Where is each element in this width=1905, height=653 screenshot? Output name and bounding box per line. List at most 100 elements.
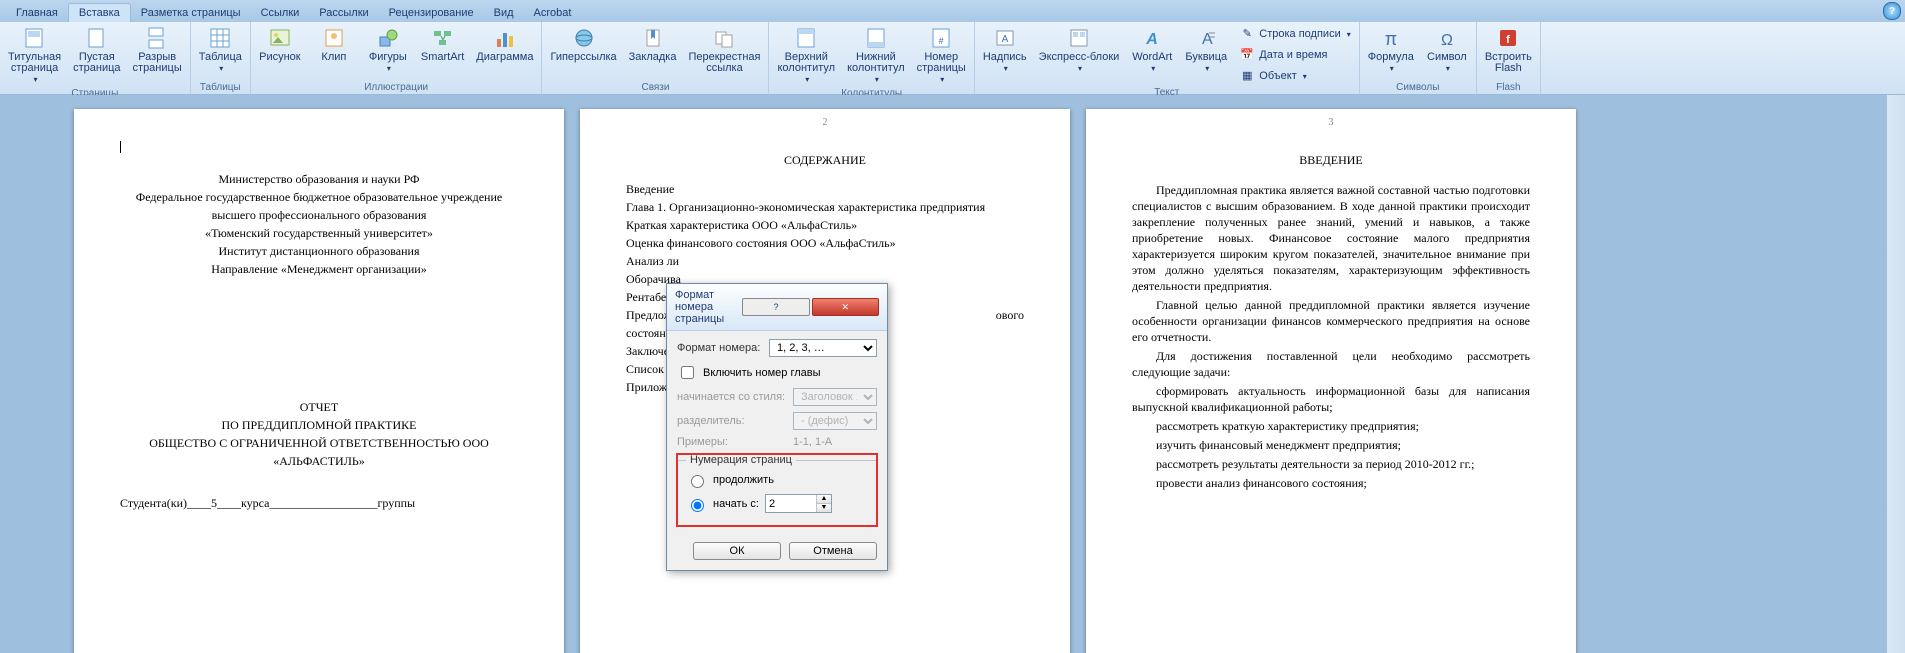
group-tables-label: Таблицы	[195, 81, 246, 93]
cover-page-button[interactable]: Титульная страница▾	[4, 24, 65, 87]
svg-text:A: A	[1202, 31, 1213, 48]
p1-line5: Институт дистанционного образования	[120, 244, 518, 259]
continue-radio[interactable]	[691, 475, 704, 488]
dialog-title: Формат номера страницы	[675, 289, 740, 325]
number-format-select[interactable]: 1, 2, 3, …	[769, 339, 877, 357]
start-at-radio[interactable]	[691, 499, 704, 512]
dropcap-icon: A	[1194, 26, 1218, 50]
symbol-button[interactable]: ΩСимвол▾	[1422, 24, 1472, 76]
object-icon: ▦	[1239, 68, 1255, 84]
group-symbols-label: Символы	[1364, 81, 1472, 93]
group-headerfooter: Верхний колонтитул▾ Нижний колонтитул▾ #…	[769, 22, 974, 94]
p1-line3: высшего профессионального образования	[120, 208, 518, 223]
dialog-titlebar[interactable]: Формат номера страницы ? ✕	[667, 284, 887, 331]
clip-button[interactable]: Клип	[309, 24, 359, 65]
footer-button[interactable]: Нижний колонтитул▾	[843, 24, 909, 87]
signature-button[interactable]: ✎Строка подписи▾	[1235, 24, 1354, 44]
page-2-number: 2	[580, 117, 1070, 128]
shapes-button[interactable]: Фигуры▾	[363, 24, 413, 76]
wordart-icon: A	[1140, 26, 1164, 50]
svg-text:A: A	[1001, 34, 1008, 45]
page-break-button[interactable]: Разрыв страницы	[129, 24, 186, 76]
ok-button[interactable]: ОК	[693, 542, 781, 560]
p3-b5: провести анализ финансового состояния;	[1132, 475, 1530, 491]
tab-references[interactable]: Ссылки	[251, 4, 310, 22]
symbol-icon: Ω	[1435, 26, 1459, 50]
hyperlink-icon	[572, 26, 596, 50]
blank-page-button[interactable]: Пустая страница	[69, 24, 124, 76]
p3-para2: Главной целью данной преддипломной практ…	[1132, 297, 1530, 345]
vertical-scrollbar[interactable]	[1887, 95, 1905, 653]
spin-down-icon[interactable]: ▼	[816, 503, 831, 512]
p2-l1: Введение	[626, 182, 1024, 197]
group-tables: Таблица▾ Таблицы	[191, 22, 251, 94]
header-button[interactable]: Верхний колонтитул▾	[773, 24, 839, 87]
quickparts-button[interactable]: Экспресс-блоки▾	[1035, 24, 1124, 76]
group-pages: Титульная страница▾ Пустая страница Разр…	[0, 22, 191, 94]
text-cursor	[120, 141, 121, 153]
group-text: AНадпись▾ Экспресс-блоки▾ AWordArt▾ AБук…	[975, 22, 1360, 94]
page-number-format-dialog: Формат номера страницы ? ✕ Формат номера…	[666, 283, 888, 571]
group-illustrations-label: Иллюстрации	[255, 81, 538, 93]
svg-text:π: π	[1385, 29, 1397, 49]
picture-button[interactable]: Рисунок	[255, 24, 305, 65]
chart-button[interactable]: Диаграмма	[472, 24, 537, 65]
dropcap-button[interactable]: AБуквица▾	[1181, 24, 1231, 76]
equation-button[interactable]: πФормула▾	[1364, 24, 1418, 76]
p3-b1: сформировать актуальность информационной…	[1132, 383, 1530, 415]
help-icon[interactable]: ?	[1883, 2, 1901, 20]
p1-report1: ОТЧЕТ	[120, 400, 518, 415]
close-icon[interactable]: ✕	[812, 298, 879, 316]
shapes-icon	[376, 26, 400, 50]
tab-review[interactable]: Рецензирование	[379, 4, 484, 22]
blank-page-icon	[85, 26, 109, 50]
hyperlink-button[interactable]: Гиперссылка	[546, 24, 620, 65]
svg-text:#: #	[939, 36, 944, 46]
wordart-button[interactable]: AWordArt▾	[1127, 24, 1177, 76]
bookmark-icon	[641, 26, 665, 50]
cancel-button[interactable]: Отмена	[789, 542, 877, 560]
tab-insert[interactable]: Вставка	[68, 3, 131, 22]
page-numbering-fieldset: Нумерация страниц продолжить начать с: ▲…	[677, 454, 877, 526]
object-button[interactable]: ▦Объект▾	[1235, 66, 1354, 86]
examples-value: 1-1, 1-A	[793, 436, 832, 448]
p3-para1: Преддипломная практика является важной с…	[1132, 182, 1530, 294]
tab-view[interactable]: Вид	[484, 4, 524, 22]
dialog-help-icon[interactable]: ?	[742, 298, 809, 316]
p1-report4: «АЛЬФАСТИЛЬ»	[120, 454, 518, 469]
document-workspace: Министерство образования и науки РФ Феде…	[0, 95, 1905, 653]
flash-icon: f	[1496, 26, 1520, 50]
p1-report2: ПО ПРЕДДИПЛОМНОЙ ПРАКТИКЕ	[120, 418, 518, 433]
flash-button[interactable]: fВстроить Flash	[1481, 24, 1536, 76]
datetime-button[interactable]: 📅Дата и время	[1235, 45, 1354, 65]
page-1[interactable]: Министерство образования и науки РФ Феде…	[74, 109, 564, 653]
ribbon-tabs: Главная Вставка Разметка страницы Ссылки…	[0, 0, 1905, 22]
start-style-select: Заголовок 1	[793, 388, 877, 406]
tab-acrobat[interactable]: Acrobat	[524, 4, 582, 22]
include-chapter-label: Включить номер главы	[703, 367, 821, 379]
pagenum-icon: #	[929, 26, 953, 50]
p2-l2: Глава 1. Организационно-экономическая ха…	[626, 200, 1024, 215]
start-at-spinner[interactable]: ▲▼	[765, 494, 832, 513]
clip-icon	[322, 26, 346, 50]
page-numbering-legend: Нумерация страниц	[686, 454, 796, 466]
bookmark-button[interactable]: Закладка	[625, 24, 681, 65]
spin-up-icon[interactable]: ▲	[816, 495, 831, 503]
tab-mailings[interactable]: Рассылки	[309, 4, 378, 22]
textbox-icon: A	[993, 26, 1017, 50]
ribbon-groups: Титульная страница▾ Пустая страница Разр…	[0, 22, 1905, 95]
start-at-input[interactable]	[766, 495, 816, 512]
crossref-button[interactable]: Перекрестная ссылка	[684, 24, 764, 76]
picture-icon	[268, 26, 292, 50]
pagenum-button[interactable]: #Номер страницы▾	[913, 24, 970, 87]
tab-home[interactable]: Главная	[6, 4, 68, 22]
smartart-button[interactable]: SmartArt	[417, 24, 468, 65]
tab-layout[interactable]: Разметка страницы	[131, 4, 251, 22]
textbox-button[interactable]: AНадпись▾	[979, 24, 1031, 76]
continue-label: продолжить	[713, 474, 774, 486]
p1-line1: Министерство образования и науки РФ	[120, 172, 518, 187]
p1-report3: ОБЩЕСТВО С ОГРАНИЧЕННОЙ ОТВЕТСТВЕННОСТЬЮ…	[120, 436, 518, 451]
table-button[interactable]: Таблица▾	[195, 24, 246, 76]
page-3[interactable]: 3 ВВЕДЕНИЕ Преддипломная практика являет…	[1086, 109, 1576, 653]
include-chapter-checkbox[interactable]	[681, 366, 694, 379]
